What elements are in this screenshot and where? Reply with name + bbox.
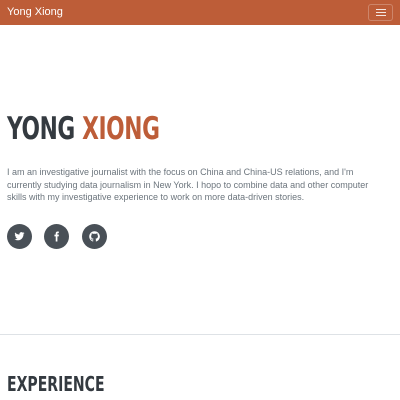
first-name: Yong (7, 111, 75, 147)
facebook-icon (54, 231, 59, 242)
experience-heading: Experience (7, 372, 105, 396)
last-name: Xiong (82, 111, 160, 147)
facebook-link[interactable] (44, 224, 69, 249)
toggler-bar (376, 9, 386, 10)
hamburger-menu-icon[interactable] (368, 4, 393, 21)
github-icon (89, 231, 100, 242)
twitter-link[interactable] (7, 224, 32, 249)
navbar-brand-link[interactable]: Yong Xiong (7, 5, 63, 20)
toggler-bar (376, 12, 386, 13)
top-navbar: Yong Xiong (0, 0, 400, 25)
twitter-icon (14, 232, 25, 241)
toggler-bar (376, 15, 386, 16)
bio-paragraph: I am an investigative journalist with th… (7, 167, 369, 202)
github-link[interactable] (82, 224, 107, 249)
section-divider (0, 334, 400, 335)
page-title: Yong Xiong (7, 109, 160, 149)
